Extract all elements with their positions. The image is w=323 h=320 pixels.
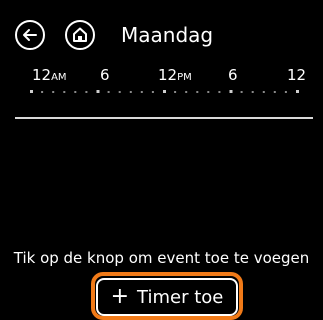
timeline-dot [107,91,110,93]
header-bar: Maandag [0,0,323,60]
timeline-dot [207,91,210,93]
timeline-dot [41,91,44,93]
timeline-dot [273,91,276,93]
tick-label-12am: 12AM [32,66,67,84]
add-timer-button[interactable]: + Timer toe [96,278,238,316]
timeline-dot [140,91,143,93]
back-button[interactable] [15,20,45,50]
empty-hint-text: Tik op de knop om event toe te voegen [13,249,310,267]
timeline-dot [85,91,88,93]
timeline-dot [63,91,66,93]
timeline-dot [129,91,132,93]
timeline-dot [96,90,100,93]
timeline-dot [52,91,55,93]
arrow-left-icon [23,29,37,41]
timeline-dot [118,91,121,93]
timeline-dot [229,90,233,93]
add-timer-label: Timer toe [137,286,224,308]
timeline-dot [296,90,299,93]
plus-icon: + [110,284,130,309]
timeline-dot [218,91,221,93]
timeline-dot [185,91,188,93]
timeline-divider [15,117,313,119]
timeline-dot [74,91,77,93]
home-button[interactable] [65,20,95,50]
timeline-dot [262,91,265,93]
tick-label-12-end: 12 [287,66,307,84]
timeline-dot [30,90,33,93]
timeline-dot [174,91,177,93]
timeline-dot [284,91,287,93]
tick-label-6pm: 6 [228,66,238,84]
tick-label-12pm: 12PM [158,66,192,84]
timeline-dot [163,90,166,93]
timeline-dot [251,91,254,93]
timeline-dot [196,91,199,93]
page-title: Maandag [121,23,214,47]
timeline-dot [151,91,154,93]
day-timeline: 12AM 6 12PM 6 12 [0,60,323,100]
tick-label-6am: 6 [100,66,110,84]
timeline-tick-dots [30,90,299,93]
home-icon [73,27,87,42]
timeline-dot [240,91,243,93]
